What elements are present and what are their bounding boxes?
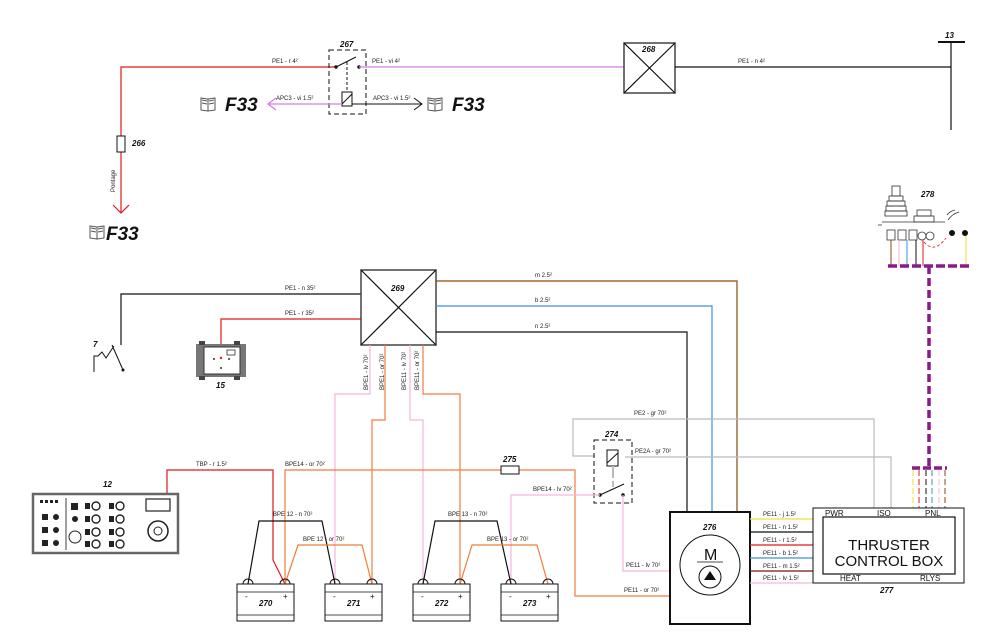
ref-12: 12 <box>103 480 112 489</box>
control-box-title-line1: THRUSTER <box>848 537 930 554</box>
label-pontage: Pontage <box>111 169 117 192</box>
relay-274-parts <box>598 449 625 497</box>
wire-bpe12-n <box>247 520 336 585</box>
label-pe1-r35: PE1 - r 35² <box>285 311 314 317</box>
wire-bpe11-or <box>422 345 461 585</box>
label-bpe13-or: BPE 13 - or 70² <box>487 537 528 543</box>
battery-272-neg: - <box>421 592 424 601</box>
joystick-leads <box>890 236 967 266</box>
book-icon[interactable] <box>89 225 105 240</box>
ref-273: 273 <box>522 599 537 608</box>
label-bpe1-or: BPE1 - or 70² <box>380 354 386 390</box>
label-bpe14-lv: BPE14 - lv 70² <box>533 487 572 493</box>
joystick-panel-278[interactable] <box>878 185 960 248</box>
junction-box-269[interactable] <box>360 269 437 346</box>
label-pe11-or70: PE11 - or 70² <box>624 588 659 594</box>
switch-panel-12[interactable] <box>31 492 180 555</box>
ref-271: 271 <box>346 599 361 608</box>
wire-n25 <box>436 331 688 512</box>
label-bpe13-n: BPE 13 - n 70² <box>448 512 487 518</box>
port-iso: ISO <box>877 509 891 518</box>
label-pe11-lv: PE11 - lv 1.5² <box>763 576 799 582</box>
ref-266: 266 <box>131 139 146 148</box>
page-ref-f33-bottom[interactable]: F33 <box>106 224 139 245</box>
wire-pe11-lv70 <box>622 495 670 572</box>
ref-278: 278 <box>920 190 935 199</box>
battery-271-neg: - <box>333 592 336 601</box>
label-b25: b 2.5² <box>535 298 550 304</box>
label-bpe1-lv: BPE1 - lv 70² <box>364 355 370 390</box>
label-apc3-left: APC3 - vi 1.5² <box>276 96 313 102</box>
port-pwr: PWR <box>825 509 844 518</box>
label-bpe12-or: BPE 12 - or 70² <box>303 537 344 543</box>
ref-13: 13 <box>945 31 954 40</box>
wiring-diagram: PE1 - r 4² 266 Pontage F33 267 PE1 - vi … <box>31 31 970 625</box>
ref-267: 267 <box>339 40 354 49</box>
label-pe1-r4: PE1 - r 4² <box>272 59 298 65</box>
ground-7[interactable] <box>93 344 125 372</box>
label-pe11-r: PE11 - r 1.5² <box>763 538 797 544</box>
book-icon[interactable] <box>427 97 443 112</box>
pnl-leads <box>912 470 946 508</box>
label-bpe11-lv: BPE11 - lv 70² <box>402 352 408 390</box>
ref-272: 272 <box>434 599 449 608</box>
ref-269: 269 <box>390 284 405 293</box>
motor-symbol: M <box>704 547 717 564</box>
wire-tbp-r <box>166 469 286 585</box>
ref-7: 7 <box>93 340 98 349</box>
battery-270-pos: + <box>283 592 288 601</box>
battery-273-neg: - <box>509 592 512 601</box>
battery-273-pos: + <box>546 592 551 601</box>
port-heat: HEAT <box>840 574 861 583</box>
busbar-13[interactable] <box>938 41 965 130</box>
relay-267-switch <box>334 56 361 107</box>
label-pe1-n35: PE1 - n 35² <box>285 286 315 292</box>
ref-268: 268 <box>641 45 656 54</box>
battery-271-pos: + <box>370 592 375 601</box>
ref-276: 276 <box>702 523 717 532</box>
wire-bpe13-n <box>422 520 512 585</box>
label-bpe14-or: BPE14 - or 70² <box>285 462 325 468</box>
label-pe1-vi4: PE1 - vi 4² <box>372 59 400 65</box>
label-pe1-n4: PE1 - n 4² <box>738 59 765 65</box>
battery-switch-15[interactable] <box>196 341 246 380</box>
label-n25: n 2.5² <box>535 324 550 330</box>
joystick-terminal <box>962 230 968 236</box>
wire-bpe14-or <box>284 469 501 584</box>
label-bpe12-n: BPE 12 - n 70² <box>273 512 312 518</box>
port-pnl: PNL <box>925 509 941 518</box>
label-pe11-b: PE11 - b 1.5² <box>763 551 798 557</box>
label-pe11-lv70: PE11 - lv 70² <box>626 563 660 569</box>
fuse-266[interactable] <box>116 135 126 153</box>
label-tbp-r: TBP - r 1.5² <box>196 462 227 468</box>
book-icon[interactable] <box>200 97 216 112</box>
fuse-275[interactable] <box>500 465 520 475</box>
label-pe2a-gr: PE2A - gr 70² <box>635 449 671 455</box>
label-pe2-gr: PE2 - gr 70² <box>634 411 666 417</box>
ref-274: 274 <box>604 430 619 439</box>
ref-275: 275 <box>502 455 517 464</box>
label-pe11-n: PE11 - n 1.5² <box>763 525 798 531</box>
wire-pe2a-gr <box>625 456 892 508</box>
ref-277: 277 <box>879 586 894 595</box>
label-apc3-right: APC3 - vi 1.5² <box>373 96 410 102</box>
joystick-terminal <box>949 230 955 236</box>
wire-pe1-r4 <box>112 66 335 214</box>
ref-15: 15 <box>216 381 225 390</box>
label-bpe11-or: BPE11 - or 70² <box>415 351 421 390</box>
battery-270-neg: - <box>245 592 248 601</box>
port-rlys: RLYS <box>920 574 940 583</box>
page-ref-f33-right[interactable]: F33 <box>452 95 485 116</box>
control-box-title-line2: CONTROL BOX <box>835 553 944 570</box>
page-ref-f33-left[interactable]: F33 <box>225 95 258 116</box>
ref-270: 270 <box>258 599 273 608</box>
label-pe11-m: PE11 - m 1.5² <box>763 564 800 570</box>
battery-272-pos: + <box>458 592 463 601</box>
wire-m25 <box>436 280 738 512</box>
label-m25: m 2.5² <box>535 273 552 279</box>
wire-b25 <box>436 305 713 512</box>
label-pe11-j: PE11 - j 1.5² <box>763 512 796 518</box>
